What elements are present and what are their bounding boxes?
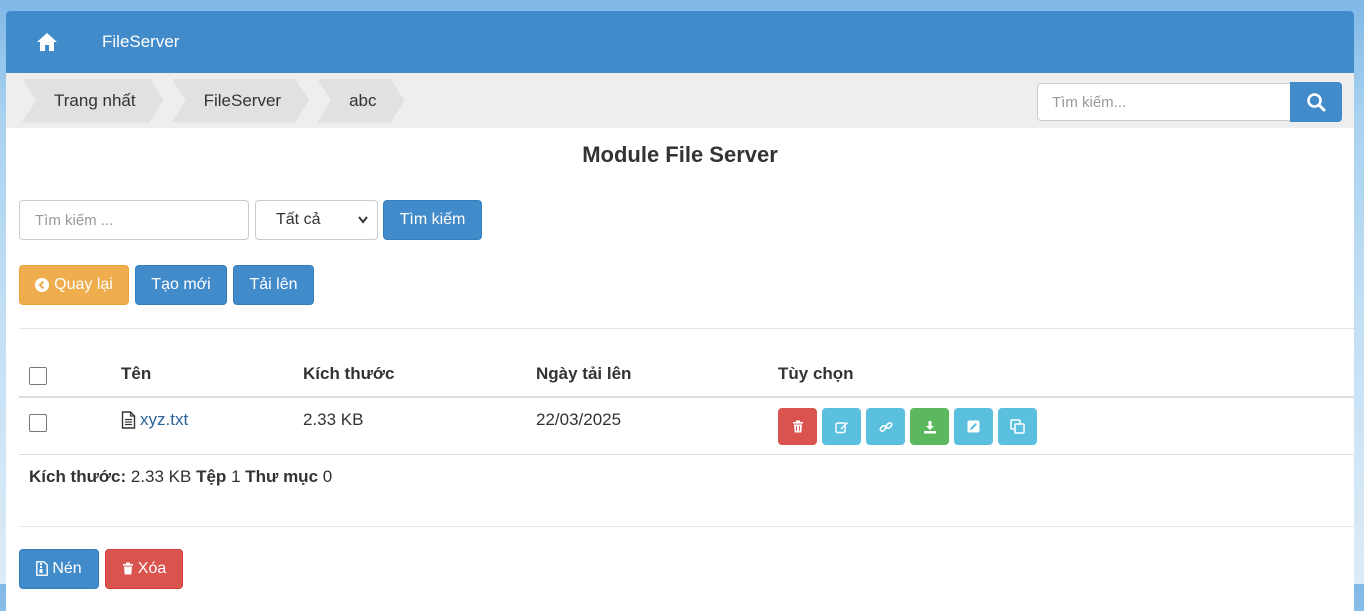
row-checkbox[interactable] bbox=[29, 414, 47, 432]
trash-icon bbox=[122, 562, 133, 575]
top-search-button[interactable] bbox=[1290, 82, 1342, 122]
rename-button[interactable] bbox=[954, 408, 993, 445]
breadcrumb-item-abc[interactable]: abc bbox=[317, 79, 404, 123]
copy-icon bbox=[1010, 419, 1025, 434]
create-button[interactable]: Tạo mới bbox=[135, 265, 227, 305]
back-button[interactable]: Quay lại bbox=[19, 265, 129, 305]
summary-size-label: Kích thước: bbox=[29, 466, 127, 486]
breadcrumb-item-fileserver[interactable]: FileServer bbox=[172, 79, 309, 123]
filter-type-value: Tất cả bbox=[276, 211, 321, 228]
home-icon[interactable] bbox=[34, 29, 60, 55]
edit-button[interactable] bbox=[822, 408, 861, 445]
top-search-input[interactable] bbox=[1037, 83, 1290, 121]
page-frame: FileServer Trang nhất FileServer abc Mod… bbox=[6, 11, 1354, 611]
delete-button[interactable] bbox=[778, 408, 817, 445]
file-date: 22/03/2025 bbox=[526, 397, 768, 455]
table-header-row: Tên Kích thước Ngày tải lên Tùy chọn bbox=[19, 351, 1354, 398]
file-table: Tên Kích thước Ngày tải lên Tùy chọn xyz… bbox=[19, 351, 1354, 455]
navbar: FileServer bbox=[6, 11, 1354, 73]
top-search bbox=[1037, 82, 1342, 122]
download-button[interactable] bbox=[910, 408, 949, 445]
summary-files-value: 1 bbox=[231, 466, 241, 486]
delete-icon bbox=[792, 420, 803, 433]
table-row: xyz.txt 2.33 KB 22/03/2025 bbox=[19, 397, 1354, 455]
file-link[interactable]: xyz.txt bbox=[121, 410, 188, 430]
bulk-actions: Nén Xóa bbox=[19, 548, 1354, 589]
filter-bar: Tất cả Tìm kiếm bbox=[19, 200, 1354, 240]
file-size: 2.33 KB bbox=[293, 397, 526, 455]
page-title: Module File Server bbox=[582, 142, 778, 167]
bulk-delete-button-label: Xóa bbox=[137, 559, 167, 577]
column-header-name[interactable]: Tên bbox=[111, 351, 293, 398]
compress-button-label: Nén bbox=[52, 559, 82, 577]
bulk-delete-button[interactable]: Xóa bbox=[105, 548, 183, 589]
navbar-brand[interactable]: FileServer bbox=[102, 32, 179, 52]
link-icon bbox=[878, 421, 893, 432]
action-bar: Quay lại Tạo mới Tải lên bbox=[19, 265, 1354, 305]
filter-search-input[interactable] bbox=[19, 200, 249, 240]
summary-size-value: 2.33 KB bbox=[130, 466, 192, 486]
column-header-size[interactable]: Kích thước bbox=[293, 351, 526, 398]
chevron-down-icon bbox=[357, 201, 369, 254]
compress-button[interactable]: Nén bbox=[19, 548, 99, 589]
breadcrumb: Trang nhất FileServer abc bbox=[22, 79, 412, 123]
link-button[interactable] bbox=[866, 408, 905, 445]
summary: Kích thước: 2.33 KB Tệp 1 Thư mục 0 bbox=[29, 467, 1354, 493]
file-name: xyz.txt bbox=[140, 410, 189, 429]
download-icon bbox=[923, 420, 936, 433]
edit-icon bbox=[834, 421, 848, 433]
rename-icon bbox=[967, 420, 980, 433]
file-text-icon bbox=[121, 411, 136, 429]
search-icon bbox=[1307, 93, 1326, 112]
filter-search-button[interactable]: Tìm kiếm bbox=[383, 200, 482, 240]
column-header-options: Tùy chọn bbox=[768, 351, 1354, 398]
divider bbox=[19, 328, 1354, 329]
breadcrumb-bar: Trang nhất FileServer abc bbox=[6, 73, 1354, 128]
upload-button[interactable]: Tải lên bbox=[233, 265, 314, 305]
back-button-label: Quay lại bbox=[54, 276, 113, 293]
copy-button[interactable] bbox=[998, 408, 1037, 445]
select-all-checkbox[interactable] bbox=[29, 367, 47, 385]
back-circle-icon bbox=[35, 278, 50, 292]
summary-files-label: Tệp bbox=[196, 466, 227, 486]
filter-type-select[interactable]: Tất cả bbox=[255, 200, 378, 240]
zip-file-icon bbox=[36, 561, 49, 576]
column-header-date[interactable]: Ngày tải lên bbox=[526, 351, 768, 398]
summary-folders-label: Thư mục bbox=[245, 466, 319, 486]
row-options bbox=[778, 408, 1354, 445]
breadcrumb-item-home[interactable]: Trang nhất bbox=[22, 79, 164, 123]
divider bbox=[19, 525, 1354, 527]
summary-folders-value: 0 bbox=[322, 466, 333, 486]
